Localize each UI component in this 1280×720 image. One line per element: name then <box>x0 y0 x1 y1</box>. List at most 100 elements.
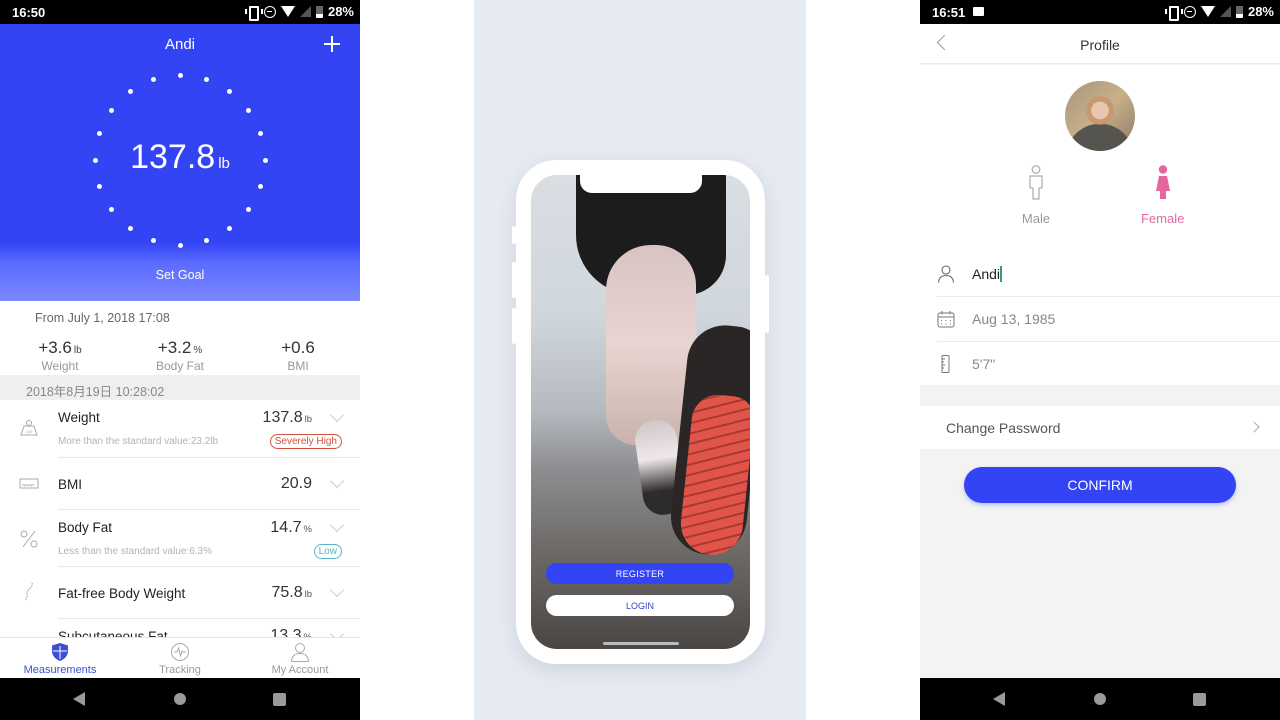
name-value: Andi <box>972 266 1001 282</box>
svg-text:100: 100 <box>26 429 33 434</box>
user-icon <box>937 265 955 283</box>
metric-value-number: 20.9 <box>280 475 312 492</box>
dial-dot <box>227 88 233 94</box>
tab-my-account[interactable]: My Account <box>240 638 360 679</box>
status-time: 16:51 <box>932 5 966 20</box>
birthday-field[interactable]: Aug 13, 1985 <box>920 297 1280 342</box>
status-bar: 16:51 28% <box>920 0 1280 24</box>
chevron-down-icon[interactable] <box>329 473 345 489</box>
metric-value-number: 137.8 <box>262 409 303 426</box>
metric-note: Less than the standard value:6.3% <box>58 546 212 557</box>
metric-row-weight[interactable]: 100 Weight 137.8 lb More than the standar… <box>0 400 360 458</box>
dial-dot <box>108 207 114 213</box>
recents-nav-icon[interactable] <box>273 693 286 706</box>
confirm-button[interactable]: CONFIRM <box>964 467 1236 503</box>
phone-frame: REGISTER LOGIN <box>512 160 769 664</box>
register-button[interactable]: REGISTER <box>546 563 734 584</box>
ruler-icon <box>941 355 950 373</box>
bottom-tab-bar: Measurements Tracking My Account <box>0 637 360 678</box>
status-badge: Low <box>313 544 342 559</box>
metric-name: Fat-free Body Weight <box>58 586 186 601</box>
android-nav-bar <box>920 678 1280 720</box>
dial-dot <box>246 207 252 213</box>
name-input[interactable]: Andi <box>972 266 1002 282</box>
metric-value-number: 75.8 <box>271 584 303 601</box>
metric-value: 137.8 lb <box>263 409 312 427</box>
back-nav-icon[interactable] <box>993 692 1005 706</box>
user-name-title[interactable]: Andi <box>0 36 360 53</box>
home-indicator <box>603 642 679 645</box>
chevron-right-icon <box>1248 421 1260 433</box>
delta-label: BMI <box>287 359 309 373</box>
text-cursor <box>1000 266 1002 282</box>
side-button <box>765 275 769 333</box>
back-nav-icon[interactable] <box>73 692 85 706</box>
status-badge: Severely High <box>269 434 342 449</box>
female-icon <box>1156 165 1170 199</box>
metric-name: Body Fat <box>58 520 113 535</box>
dial-dot <box>177 72 183 78</box>
delta-value: +0.6 <box>281 338 315 357</box>
do-not-disturb-icon <box>1183 5 1196 18</box>
phone-notch <box>579 175 702 193</box>
signal-icon <box>1219 6 1231 17</box>
login-button[interactable]: LOGIN <box>546 595 734 616</box>
tab-measurements[interactable]: Measurements <box>0 638 120 679</box>
metric-row-body-fat[interactable]: Body Fat 14.7% Less than the standard va… <box>0 510 360 568</box>
metric-unit: lb <box>304 589 312 600</box>
phone-screen: REGISTER LOGIN <box>531 175 750 649</box>
set-goal-button[interactable]: Set Goal <box>0 268 360 282</box>
delta-label: Weight <box>41 359 79 373</box>
dial-dot <box>108 107 114 113</box>
since-date: From July 1, 2018 17:08 <box>35 311 170 325</box>
vibrate-icon <box>1164 6 1183 21</box>
measurement-date: 2018年8月19日 10:28:02 <box>0 375 360 400</box>
plus-icon[interactable] <box>324 36 340 52</box>
avatar[interactable] <box>1065 81 1135 151</box>
page-title: Profile <box>1080 37 1120 53</box>
dial-dot <box>177 242 183 248</box>
pulse-icon <box>171 643 189 661</box>
do-not-disturb-icon <box>263 5 276 18</box>
change-password-row[interactable]: Change Password <box>920 406 1280 449</box>
delta-bmi: +0.6 BMI <box>248 338 348 373</box>
home-nav-icon[interactable] <box>174 693 186 705</box>
chevron-down-icon[interactable] <box>329 582 345 598</box>
metric-value-number: 14.7 <box>270 519 302 536</box>
metric-unit: % <box>303 524 312 535</box>
recents-nav-icon[interactable] <box>1193 693 1206 706</box>
tab-tracking[interactable]: Tracking <box>120 638 240 679</box>
measurements-screen: 16:50 28% Andi 137.8 lb Set Goal From Jul… <box>0 0 360 720</box>
metric-row-bmi[interactable]: BMI 20.9 <box>0 458 360 510</box>
current-weight: 137.8 lb <box>0 138 360 177</box>
change-summary: +3.6 lb Weight +3.2% Body Fat +0.6 BMI <box>0 338 360 374</box>
profile-form: Male Female Andi Aug 13, 1985 5'7" <box>920 65 1280 385</box>
name-field[interactable]: Andi <box>920 252 1280 297</box>
dial-dot <box>227 226 233 232</box>
side-button <box>512 226 516 244</box>
metric-row-fat-free-weight[interactable]: Fat-free Body Weight 75.8 lb <box>0 567 360 619</box>
home-nav-icon[interactable] <box>1094 693 1106 705</box>
chevron-down-icon[interactable] <box>329 517 345 533</box>
gender-female-option[interactable]: Female <box>1123 165 1203 227</box>
metric-value: 75.8 lb <box>271 584 312 602</box>
gender-male-option[interactable]: Male <box>996 165 1076 227</box>
dial-dot <box>151 76 157 82</box>
spine-icon <box>25 582 33 602</box>
dial-dot <box>96 131 102 137</box>
dial-dot <box>127 226 133 232</box>
chevron-down-icon[interactable] <box>329 407 345 423</box>
dial-dot <box>203 238 209 244</box>
metric-value: 14.7% <box>270 519 312 537</box>
tab-label: My Account <box>271 664 329 676</box>
android-nav-bar <box>0 678 360 720</box>
height-field[interactable]: 5'7" <box>920 342 1280 387</box>
delta-label: Body Fat <box>155 359 205 373</box>
metric-unit: lb <box>304 414 312 425</box>
shield-icon <box>52 643 68 661</box>
calendar-icon <box>937 311 955 328</box>
battery-icon <box>315 5 323 18</box>
birthday-value: Aug 13, 1985 <box>972 311 1056 327</box>
user-icon <box>290 643 310 662</box>
metric-name: BMI <box>58 477 83 492</box>
